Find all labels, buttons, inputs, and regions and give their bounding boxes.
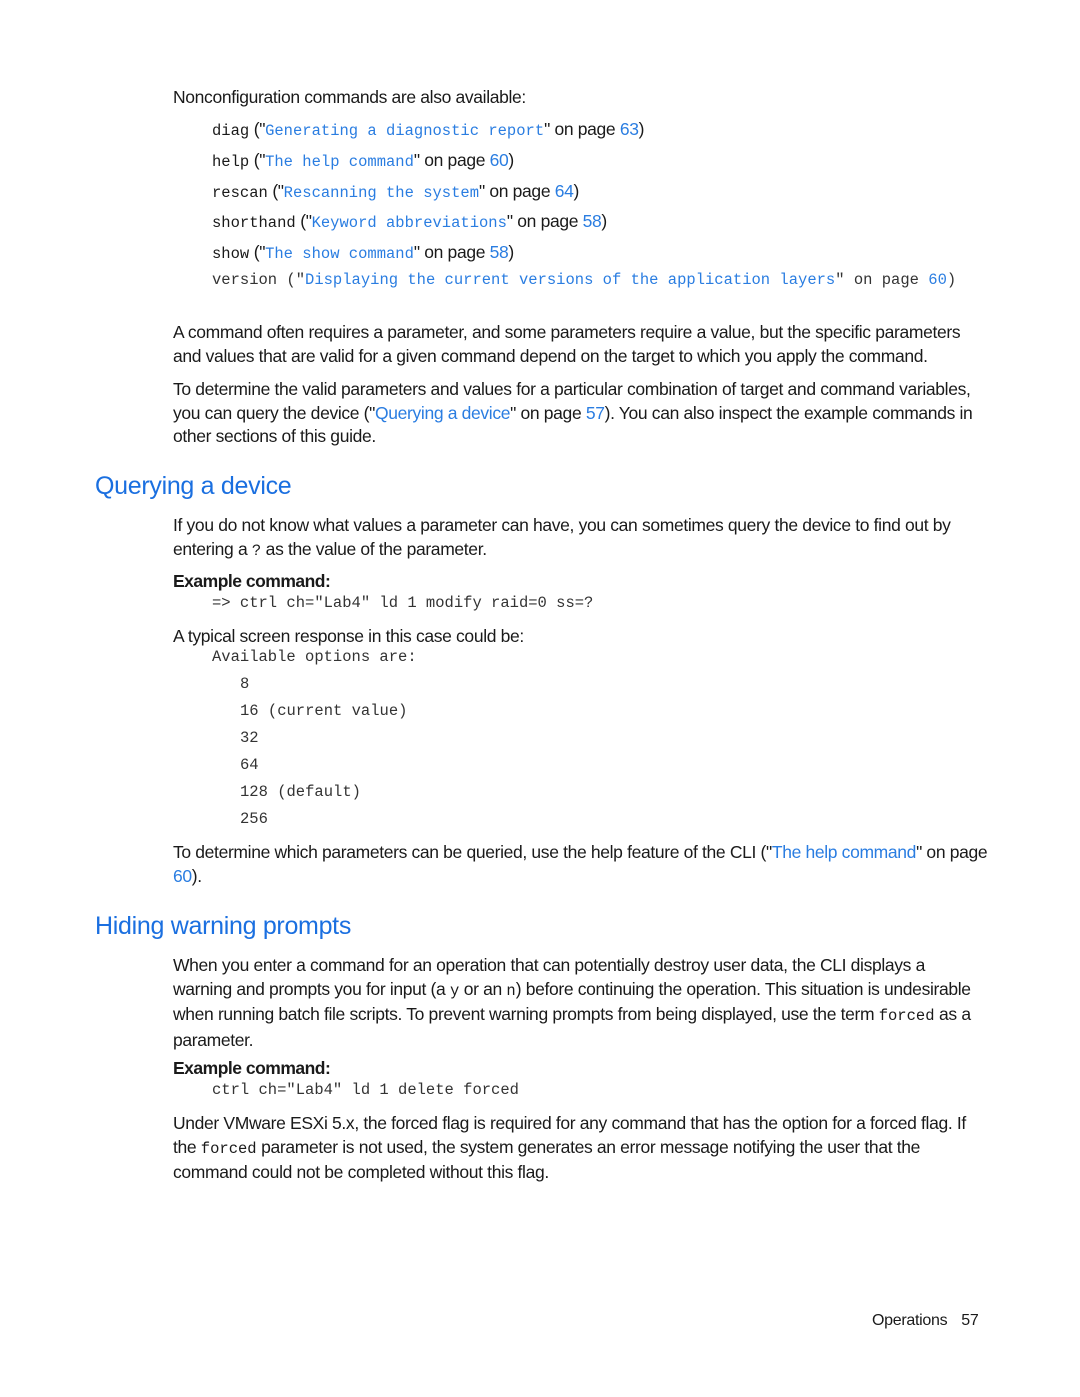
response-label: A typical screen response in this case c… [173, 626, 524, 646]
xref-link[interactable]: Generating a diagnostic report [265, 122, 544, 140]
xref-link[interactable]: Rescanning the system [284, 184, 479, 202]
paragraph-valid-parameters: To determine the valid parameters and va… [173, 378, 988, 449]
xref-link[interactable]: The show command [265, 245, 414, 263]
intro-text: Nonconfiguration commands are also avail… [173, 87, 526, 107]
option-item: 128 (default) [240, 783, 361, 801]
text: " on page [510, 402, 586, 423]
page-link[interactable]: 64 [555, 181, 574, 201]
command-name: rescan [212, 184, 268, 202]
document-page: Nonconfiguration commands are also avail… [0, 0, 1080, 1397]
example-label: Example command: [173, 1058, 331, 1078]
section-heading-hiding-prompts: Hiding warning prompts [95, 912, 352, 940]
paragraph-parameters: A command often requires a parameter, an… [173, 322, 961, 366]
xref-link[interactable]: Keyword abbreviations [312, 214, 507, 232]
command-item-diag: diag ("Generating a diagnostic report" o… [212, 119, 645, 140]
example-code: => ctrl ch="Lab4" ld 1 modify raid=0 ss=… [212, 594, 594, 612]
text: parameter is not used, the system genera… [173, 1136, 920, 1183]
command-item-help: help ("The help command" on page 60) [212, 150, 514, 171]
example-code: ctrl ch="Lab4" ld 1 delete forced [212, 1081, 519, 1099]
command-name: version [212, 271, 278, 289]
on-page-text: on page [424, 242, 486, 262]
command-name: diag [212, 122, 250, 140]
paragraph-warning: When you enter a command for an operatio… [173, 954, 988, 1052]
text: To determine which parameters can be que… [173, 842, 772, 862]
inline-code: ? [251, 541, 262, 560]
option-item: 64 [240, 756, 259, 774]
text: ). [191, 865, 202, 886]
section-heading-querying: Querying a device [95, 472, 292, 500]
command-name: shorthand [212, 214, 296, 232]
inline-code: forced [878, 1007, 935, 1025]
page-link[interactable]: 58 [583, 211, 602, 231]
on-page-text: on page [424, 150, 486, 170]
response-header: Available options are: [212, 648, 417, 666]
inline-code: n [506, 981, 516, 1000]
paragraph-esxi: Under VMware ESXi 5.x, the forced flag i… [173, 1112, 988, 1185]
page-footer: Operations 57 [872, 1312, 979, 1330]
xref-link[interactable]: The help command [772, 842, 917, 862]
page-number: 57 [961, 1312, 979, 1329]
on-page-text: on page [853, 271, 919, 289]
command-name: help [212, 153, 250, 171]
xref-link[interactable]: The help command [265, 153, 414, 171]
option-item: 8 [240, 675, 250, 693]
on-page-text: on page [554, 119, 616, 139]
paragraph-query-intro: If you do not know what values a paramet… [173, 514, 988, 563]
on-page-text: on page [489, 181, 551, 201]
page-link[interactable]: 57 [586, 403, 605, 423]
page-link[interactable]: 63 [620, 119, 639, 139]
text: or an [459, 978, 507, 999]
inline-code: forced [200, 1139, 257, 1158]
command-item-rescan: rescan ("Rescanning the system" on page … [212, 181, 579, 202]
command-item-version: version ("Displaying the current version… [212, 271, 957, 289]
xref-link[interactable]: Querying a device [375, 403, 510, 423]
footer-section: Operations [872, 1312, 948, 1329]
text: as the value of the parameter. [261, 538, 487, 559]
page-link[interactable]: 58 [490, 242, 509, 262]
example-label: Example command: [173, 571, 331, 591]
xref-link[interactable]: Displaying the current versions of the a… [305, 271, 835, 289]
page-link[interactable]: 60 [928, 271, 947, 289]
option-item: 256 [240, 810, 268, 828]
command-item-shorthand: shorthand ("Keyword abbreviations" on pa… [212, 211, 607, 232]
page-link[interactable]: 60 [490, 150, 509, 170]
page-link[interactable]: 60 [173, 866, 192, 886]
option-item: 32 [240, 729, 259, 747]
paragraph-query-closing: To determine which parameters can be que… [173, 841, 988, 888]
text: " on page [916, 842, 988, 862]
inline-code: y [449, 981, 460, 1000]
option-item: 16 (current value) [240, 702, 408, 720]
command-item-show: show ("The show command" on page 58) [212, 242, 514, 263]
command-name: show [212, 245, 250, 263]
on-page-text: on page [517, 211, 579, 231]
